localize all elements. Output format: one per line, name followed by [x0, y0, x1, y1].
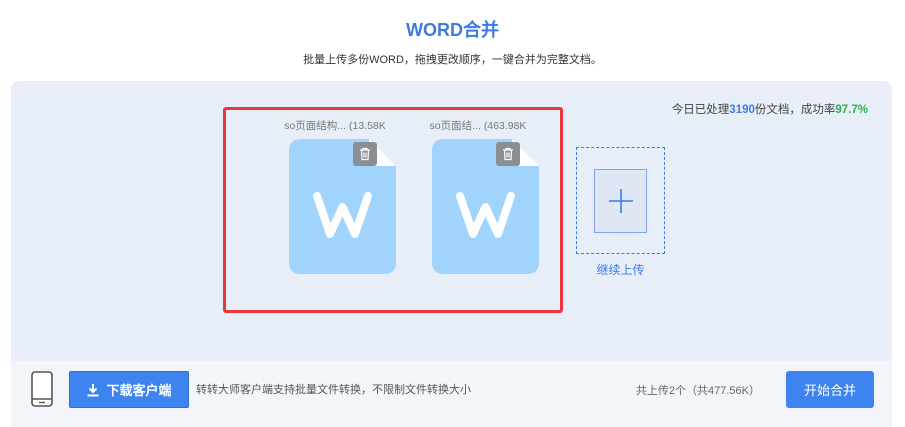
continue-upload-label[interactable]: 继续上传 [576, 261, 665, 278]
file-size: (13.58K [348, 120, 386, 132]
stats-middle: 份文档，成功率 [754, 104, 836, 116]
upload-panel: 今日已处理3190份文档，成功率97.7% so页面结构... (13.58K [11, 81, 892, 427]
add-file-area[interactable] [594, 169, 647, 233]
continue-upload-button[interactable] [576, 147, 665, 254]
word-merge-page: WORD合并 批量上传多份WORD，拖拽更改顺序，一键合并为完整文档。 今日已处… [0, 0, 905, 427]
file-size: (463.98K [483, 120, 527, 132]
file-name-line: so页面结... (463.98K [413, 118, 543, 133]
file-name-line: so页面结构... (13.58K [270, 118, 400, 133]
page-subtitle: 批量上传多份WORD，拖拽更改顺序，一键合并为完整文档。 [303, 54, 602, 66]
download-client-button[interactable]: 下载客户端 [69, 371, 189, 408]
file-card[interactable]: so页面结构... (13.58K [270, 118, 400, 288]
plus-icon [608, 189, 633, 213]
stats-count: 3190 [729, 104, 755, 116]
trash-icon [503, 147, 513, 161]
trash-icon [360, 147, 370, 161]
page-title: WORD合并 [406, 20, 499, 40]
upload-count: 共上传2个（共477.56K） [635, 385, 760, 397]
stats-prefix: 今日已处理 [671, 104, 730, 116]
start-merge-button[interactable]: 开始合并 [786, 371, 874, 408]
word-doc-icon [289, 139, 396, 274]
file-name: so页面结... [429, 120, 481, 132]
action-bar: 下载客户端 转转大师客户端支持批量文件转换，不限制文件转换大小 共上传2个（共4… [11, 361, 892, 427]
file-card[interactable]: so页面结... (463.98K [413, 118, 543, 288]
delete-button[interactable] [353, 142, 377, 166]
processing-stats: 今日已处理3190份文档，成功率97.7% [672, 101, 868, 117]
stats-rate: 97.7% [835, 104, 868, 116]
mobile-phone-icon[interactable] [31, 371, 53, 407]
delete-button[interactable] [496, 142, 520, 166]
word-doc-icon [432, 139, 539, 274]
download-client-label: 下载客户端 [106, 383, 172, 398]
client-tip: 转转大师客户端支持批量文件转换，不限制文件转换大小 [196, 384, 471, 396]
file-name: so页面结构... [284, 120, 347, 132]
download-icon [87, 383, 99, 396]
